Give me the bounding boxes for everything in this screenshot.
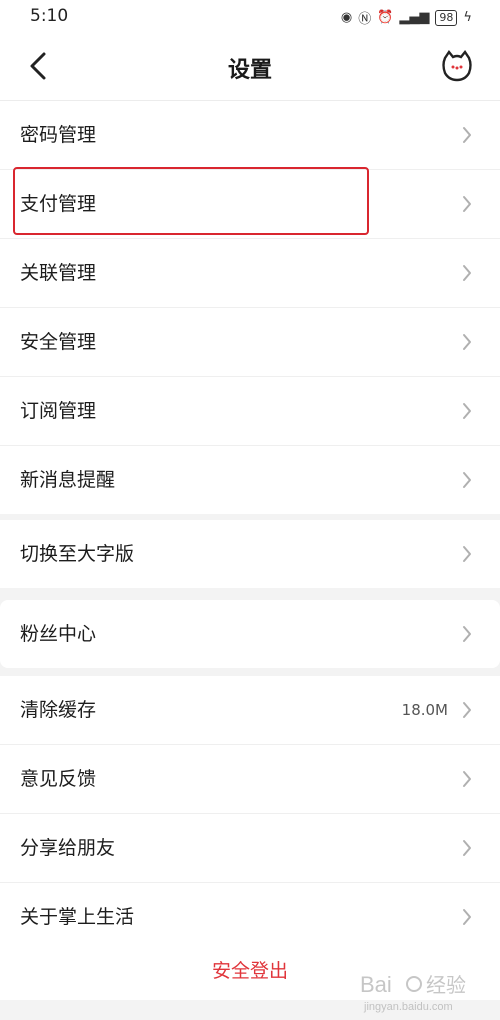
settings-row[interactable]: 切换至大字版 — [0, 520, 500, 588]
eye-icon: ◉ — [340, 10, 353, 25]
chevron-right-icon — [463, 702, 471, 718]
nfc-icon: Ⓝ — [358, 12, 372, 27]
nav-bar: 设置 — [0, 34, 500, 101]
settings-row[interactable]: 支付管理 — [0, 170, 500, 239]
settings-row-label: 切换至大字版 — [20, 543, 135, 565]
settings-row-label: 意见反馈 — [20, 768, 97, 790]
svg-text:Bai: Bai — [360, 972, 392, 997]
settings-row-label: 分享给朋友 — [20, 837, 116, 859]
chevron-right-icon — [463, 265, 471, 281]
chevron-right-icon — [463, 127, 471, 143]
settings-row-label: 关联管理 — [20, 262, 97, 284]
svg-text:经验: 经验 — [426, 974, 466, 997]
settings-row[interactable]: 密码管理 — [0, 101, 500, 170]
settings-group-general: 清除缓存 18.0M 意见反馈分享给朋友关于掌上生活 — [0, 676, 500, 951]
settings-row[interactable]: 关于掌上生活 — [0, 883, 500, 951]
chevron-right-icon — [463, 771, 471, 787]
svg-text:jingyan.baidu.com: jingyan.baidu.com — [363, 1001, 453, 1013]
page-title: 设置 — [227, 58, 272, 83]
settings-group-display: 切换至大字版 — [0, 520, 500, 588]
settings-row-label: 安全管理 — [20, 331, 97, 353]
chevron-right-icon — [463, 546, 471, 562]
chevron-right-icon — [463, 840, 471, 856]
settings-row[interactable]: 新消息提醒 — [0, 446, 500, 514]
settings-row-label: 清除缓存 — [20, 699, 97, 721]
cache-size-value: 18.0M — [401, 701, 448, 719]
settings-row-label: 支付管理 — [20, 193, 97, 215]
chevron-right-icon — [463, 403, 471, 419]
settings-row[interactable]: 订阅管理 — [0, 377, 500, 446]
settings-row-label: 密码管理 — [20, 124, 97, 146]
settings-row[interactable]: 意见反馈 — [0, 745, 500, 814]
alarm-icon: ⏰ — [377, 10, 394, 25]
charging-icon: ϟ — [463, 10, 472, 25]
chevron-right-icon — [463, 334, 471, 350]
settings-row-label: 订阅管理 — [20, 400, 97, 422]
status-time: 5:10 — [30, 6, 69, 26]
settings-row[interactable]: 分享给朋友 — [0, 814, 500, 883]
signal-icon: ▂▄▆ — [399, 10, 430, 25]
chevron-right-icon — [463, 909, 471, 925]
status-icons: ◉ Ⓝ ⏰ ▂▄▆ 98 ϟ — [341, 8, 472, 27]
settings-row[interactable]: 关联管理 — [0, 239, 500, 308]
baidu-jingyan-watermark: Bai 经验 jingyan.baidu.com — [360, 972, 466, 1013]
settings-group-fans: 粉丝中心 — [0, 600, 500, 668]
settings-row-label: 粉丝中心 — [20, 623, 97, 645]
status-bar: 5:10 ◉ Ⓝ ⏰ ▂▄▆ 98 ϟ — [0, 0, 500, 34]
settings-row[interactable]: 安全管理 — [0, 308, 500, 377]
chevron-right-icon — [463, 626, 471, 642]
settings-group-account: 密码管理支付管理关联管理安全管理订阅管理新消息提醒 — [0, 101, 500, 514]
settings-row-label: 新消息提醒 — [20, 469, 116, 491]
settings-row-label: 关于掌上生活 — [20, 906, 135, 928]
settings-row[interactable]: 粉丝中心 — [0, 600, 500, 668]
settings-row[interactable]: 清除缓存 18.0M — [0, 676, 500, 745]
chevron-right-icon — [463, 196, 471, 212]
chevron-right-icon — [463, 472, 471, 488]
assistant-cat-icon[interactable] — [440, 49, 474, 83]
battery-icon: 98 — [435, 9, 458, 26]
